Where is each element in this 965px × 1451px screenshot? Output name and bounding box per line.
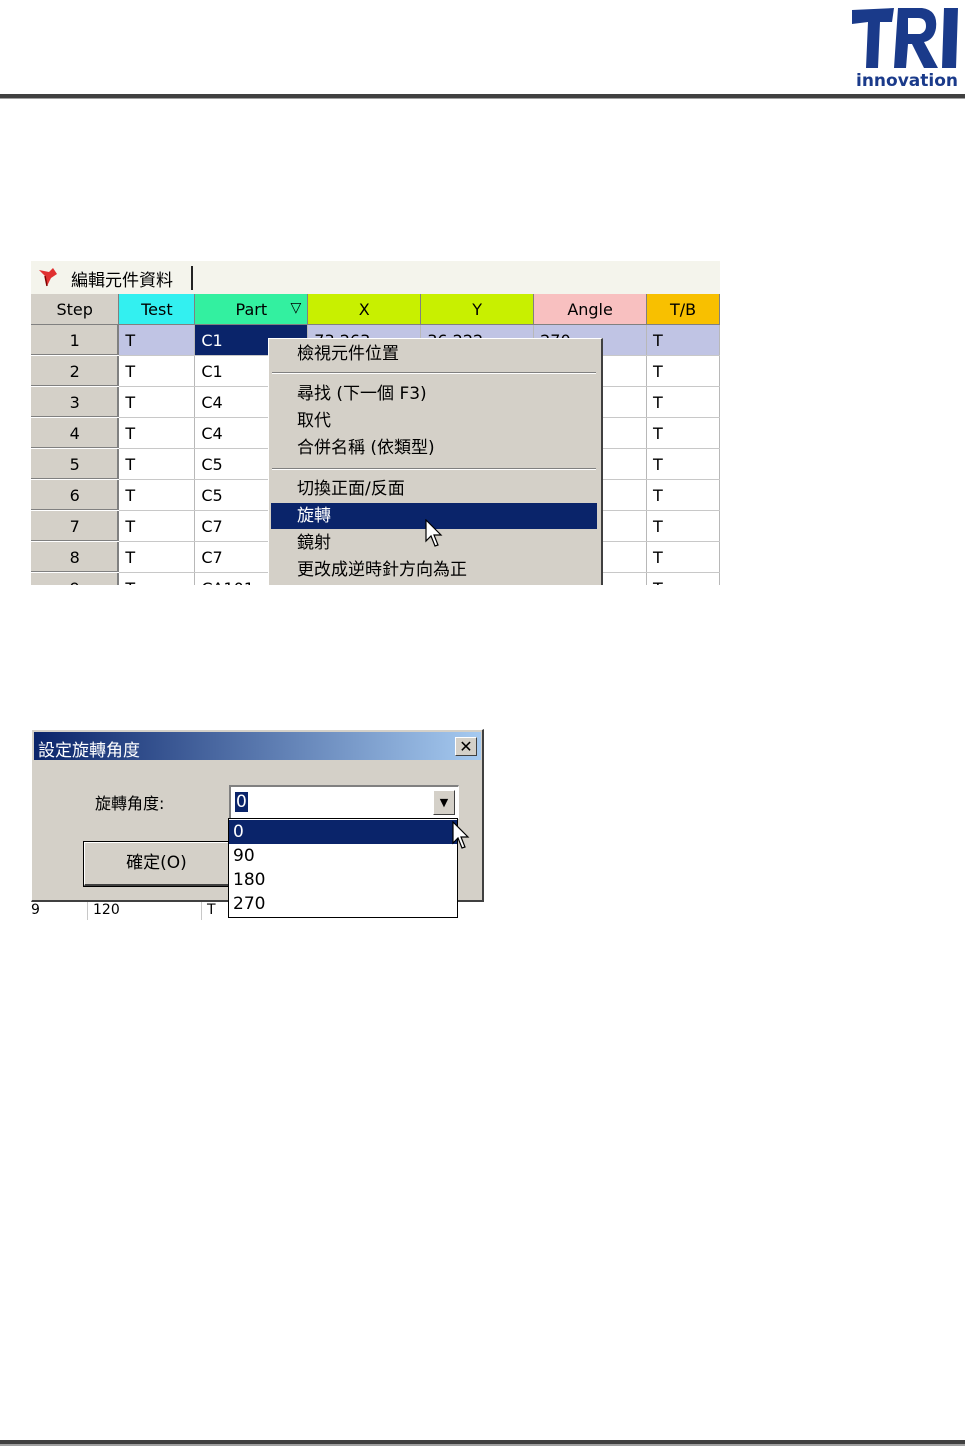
cell-tb[interactable]: T: [646, 417, 720, 449]
cell-step[interactable]: 8: [31, 541, 120, 573]
cell-test[interactable]: T: [118, 448, 196, 480]
menu-item-view-position[interactable]: 檢視元件位置: [271, 341, 597, 367]
cell-test[interactable]: T: [118, 355, 196, 387]
angle-dropdown-list: 0 90 180 270: [228, 818, 458, 918]
editor-screenshot: 編輯元件資料 StepTestPart▽XYAngleT/B 1TC173.26…: [31, 261, 720, 585]
menu-separator: [272, 468, 596, 470]
cell-tb[interactable]: T: [646, 386, 720, 418]
filter-icon[interactable]: ▽: [291, 300, 302, 316]
angle-label: 旋轉角度:: [95, 794, 165, 813]
pen-icon: [39, 268, 57, 287]
column-header-y[interactable]: Y: [420, 294, 535, 325]
cell-test[interactable]: T: [118, 541, 196, 573]
column-header-label: T/B: [669, 299, 697, 319]
cell-step[interactable]: 2: [31, 355, 120, 387]
close-icon[interactable]: ✕: [455, 737, 477, 756]
cell-step[interactable]: 9: [31, 572, 120, 585]
background-part: 120: [93, 902, 120, 918]
cell-test[interactable]: T: [118, 324, 196, 356]
column-header-label: Step: [56, 299, 93, 319]
cell-border: [87, 902, 88, 920]
editor-tab-bar: 編輯元件資料: [31, 261, 720, 294]
chevron-down-icon[interactable]: ▼: [433, 790, 455, 815]
angle-option-0[interactable]: 0: [229, 820, 457, 844]
column-header-part[interactable]: Part ▽: [194, 294, 309, 325]
background-test: T: [207, 902, 216, 918]
column-header-x[interactable]: X: [307, 294, 422, 325]
menu-item-merge-names[interactable]: 合併名稱 (依類型): [271, 435, 597, 461]
menu-item-toggle-side[interactable]: 切換正面/反面: [271, 476, 597, 502]
cell-test[interactable]: T: [118, 386, 196, 418]
tab-separator: [191, 266, 193, 290]
column-header-label: Y: [472, 299, 483, 319]
header-rule-light: [0, 98, 965, 99]
angle-option-270[interactable]: 270: [229, 892, 457, 916]
cell-step[interactable]: 5: [31, 448, 120, 480]
table-header-row: Step Test Part ▽ X Y Angle T/B: [31, 294, 720, 325]
cell-tb[interactable]: T: [646, 479, 720, 511]
column-header-test[interactable]: Test: [118, 294, 196, 325]
column-header-label: Test: [141, 299, 173, 319]
tri-innovation-logo: innovation: [852, 8, 958, 90]
logo-tagline: innovation: [856, 71, 958, 90]
mouse-cursor-icon: [452, 821, 470, 849]
dialog-title-bar[interactable]: 設定旋轉角度 ✕: [34, 732, 481, 761]
mouse-cursor-icon: [425, 519, 443, 547]
menu-item-replace[interactable]: 取代: [271, 408, 597, 434]
column-header-step[interactable]: Step: [31, 294, 120, 325]
context-menu: 檢視元件位置 尋找 (下一個 F3) 取代 合併名稱 (依類型) 切換正面/反面…: [268, 338, 603, 585]
column-header-label: Part: [235, 299, 268, 319]
cell-test[interactable]: T: [118, 417, 196, 449]
cell-step[interactable]: 3: [31, 386, 120, 418]
footer-rule-light: [0, 1444, 965, 1446]
cell-tb[interactable]: T: [646, 572, 720, 585]
cell-tb[interactable]: T: [646, 355, 720, 387]
column-header-label: Angle: [567, 299, 613, 319]
ok-button[interactable]: 確定(O): [83, 841, 231, 887]
menu-separator: [272, 372, 596, 374]
menu-item-counterclockwise[interactable]: 更改成逆時針方向為正: [271, 557, 597, 583]
cell-test[interactable]: T: [118, 572, 196, 585]
angle-option-90[interactable]: 90: [229, 844, 457, 868]
cell-step[interactable]: 7: [31, 510, 120, 542]
rotate-dialog-screenshot: 9 120 T 設定旋轉角度 ✕ 旋轉角度: 0 ▼ 確定(O) 0 90 18…: [31, 729, 486, 920]
cell-test[interactable]: T: [118, 510, 196, 542]
cell-tb[interactable]: T: [646, 510, 720, 542]
editor-tab-title[interactable]: 編輯元件資料: [71, 266, 173, 291]
menu-item-find-next[interactable]: 尋找 (下一個 F3): [271, 381, 597, 407]
cell-tb[interactable]: T: [646, 541, 720, 573]
column-header-label: X: [358, 299, 370, 319]
dialog-title: 設定旋轉角度: [38, 741, 140, 761]
cell-tb[interactable]: T: [646, 324, 720, 356]
angle-option-180[interactable]: 180: [229, 868, 457, 892]
column-header-angle[interactable]: Angle: [533, 294, 648, 325]
column-header-t-b[interactable]: T/B: [646, 294, 720, 325]
cell-step[interactable]: 4: [31, 417, 120, 449]
cell-tb[interactable]: T: [646, 448, 720, 480]
angle-combobox[interactable]: 0 ▼: [229, 785, 459, 819]
cell-test[interactable]: T: [118, 479, 196, 511]
angle-value[interactable]: 0: [235, 792, 248, 812]
cell-step[interactable]: 1: [31, 324, 120, 356]
cell-step[interactable]: 6: [31, 479, 120, 511]
background-step: 9: [31, 902, 40, 918]
cell-border: [201, 902, 202, 920]
